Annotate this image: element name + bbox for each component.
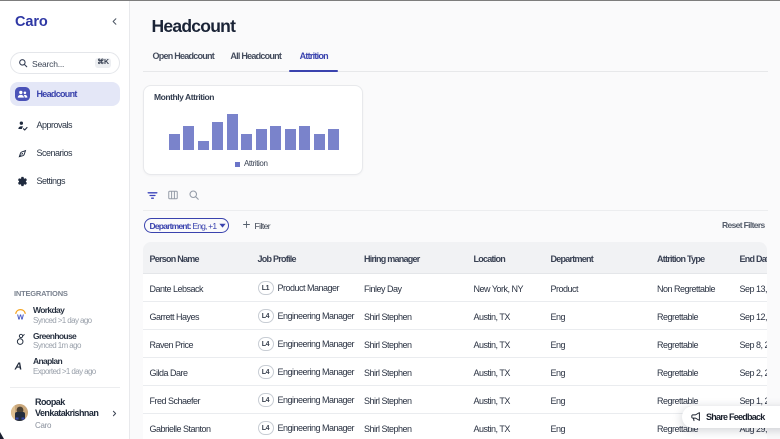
svg-text:A: A	[14, 361, 22, 372]
svg-text:W: W	[17, 313, 24, 321]
